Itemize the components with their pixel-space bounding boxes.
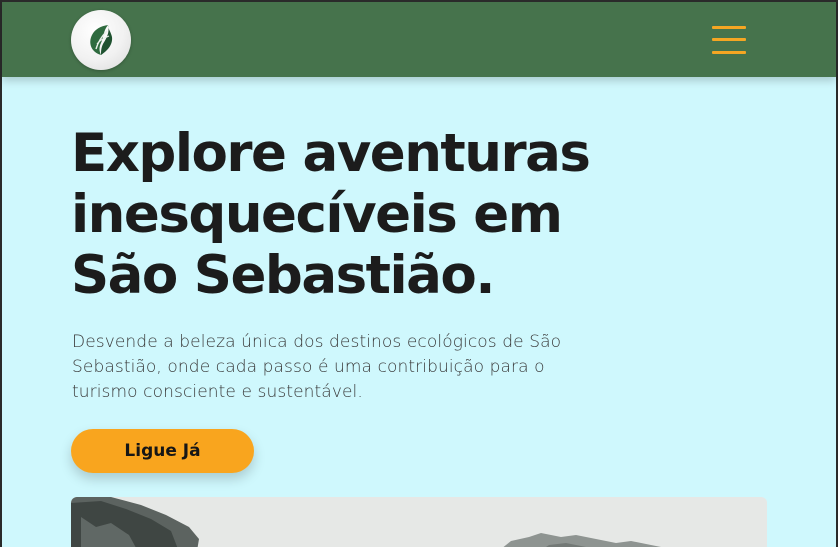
site-logo[interactable] [71,10,131,70]
mountain-landscape-image [71,497,767,547]
menu-line-middle [712,38,746,41]
leaf-logo-icon [90,25,113,55]
call-now-button[interactable]: Ligue Já [71,429,254,473]
menu-line-top [712,26,746,29]
navbar [2,0,836,77]
hero-title: Explore aventuras inesquecíveis em São S… [71,123,591,306]
hamburger-menu-button[interactable] [710,25,748,55]
menu-line-bottom [712,51,746,54]
hero-image [71,497,767,547]
hero-description: Desvende a beleza única dos destinos eco… [72,332,562,402]
